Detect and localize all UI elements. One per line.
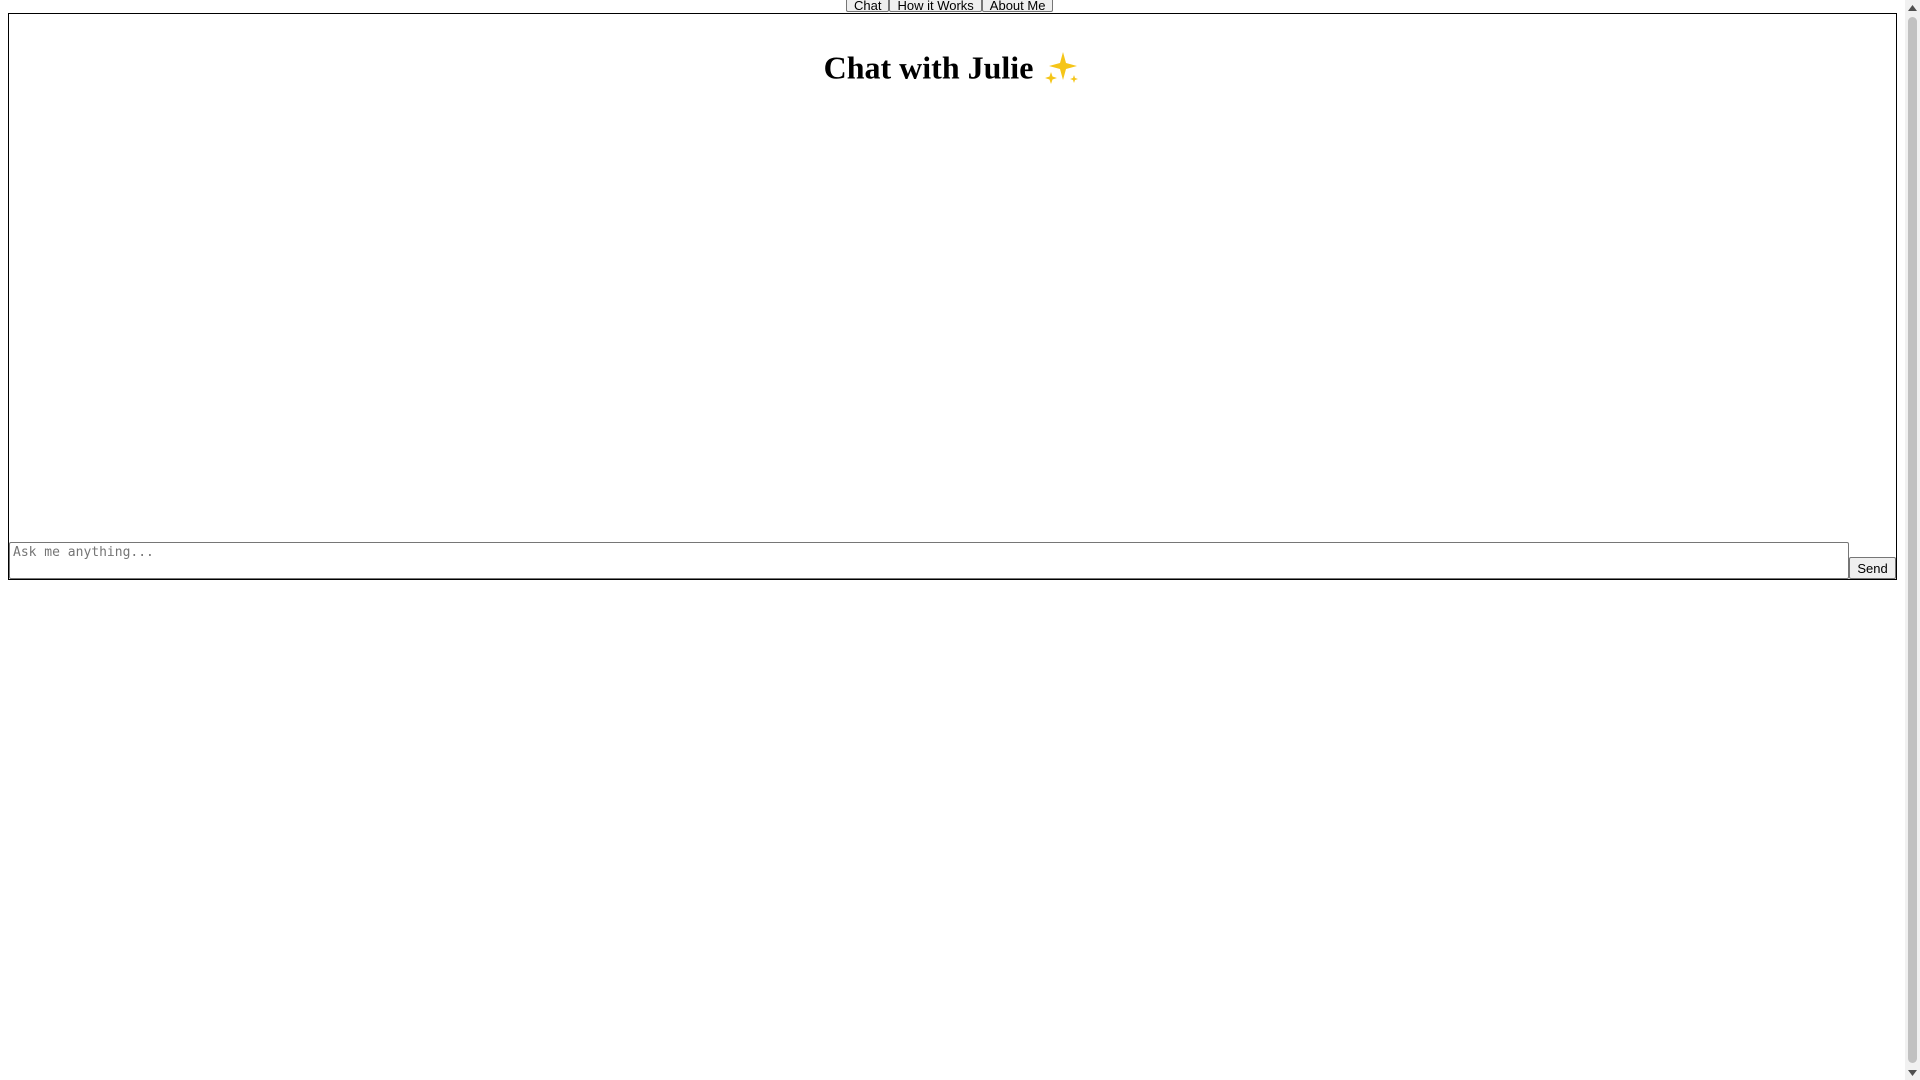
scroll-thumb[interactable] [1908, 17, 1917, 1063]
chat-input[interactable] [9, 542, 1849, 579]
scroll-up-icon[interactable] [1905, 0, 1920, 15]
nav-tabs: Chat How it Works About Me [846, 0, 1054, 12]
tab-how-it-works[interactable]: How it Works [889, 0, 982, 12]
message-list [9, 94, 1896, 539]
tab-chat[interactable]: Chat [846, 0, 890, 12]
tab-about-me[interactable]: About Me [981, 0, 1054, 12]
chat-container: Chat with Julie Send [8, 13, 1897, 580]
page-title: Chat with Julie [9, 44, 1896, 88]
scroll-down-icon[interactable] [1905, 1065, 1920, 1080]
page-scrollbar[interactable] [1905, 0, 1920, 1080]
sparkle-icon [1045, 51, 1079, 84]
input-row: Send [9, 542, 1896, 579]
send-button[interactable]: Send [1849, 557, 1896, 579]
page-title-text: Chat with Julie [823, 49, 1034, 86]
